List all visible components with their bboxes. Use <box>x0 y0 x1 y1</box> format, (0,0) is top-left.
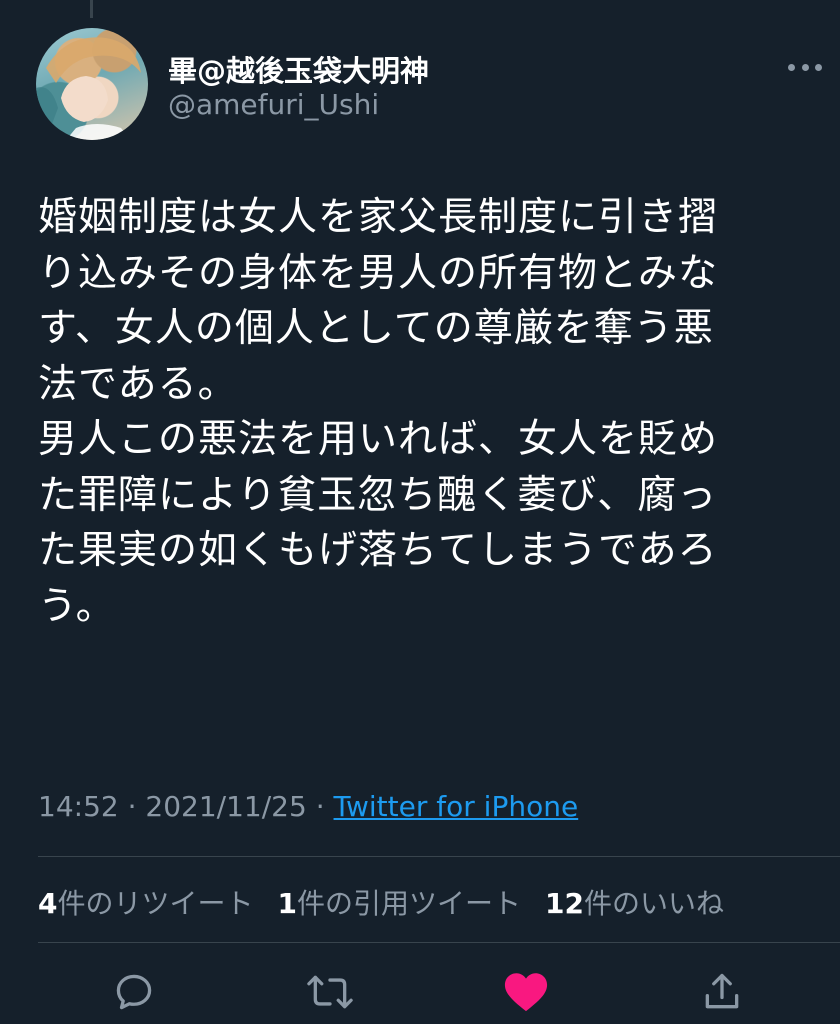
likes-count: 12 <box>545 887 584 920</box>
avatar-illustration <box>36 37 141 140</box>
reply-button[interactable] <box>110 968 158 1016</box>
retweets-stat[interactable]: 4件のリツイート <box>38 882 254 922</box>
likes-stat[interactable]: 12件のいいね <box>545 882 724 922</box>
retweet-icon <box>307 975 353 1009</box>
avatar[interactable] <box>36 28 148 140</box>
meta-separator: · <box>127 790 137 823</box>
share-icon <box>705 973 739 1009</box>
tweet-text-line: た果実の如くもげ落ちてしまうであろ <box>38 528 718 573</box>
more-dot <box>788 63 795 71</box>
tweet-source-link[interactable]: Twitter for iPhone <box>334 790 579 823</box>
like-button[interactable] <box>502 968 550 1016</box>
tweet-text-line: た罪障により貧玉忽ち醜く萎び、腐っ <box>38 472 718 518</box>
tweet-text-line: 婚姻制度は女人を家父長制度に引き摺 <box>38 195 719 240</box>
tweet-stats: 4件のリツイート 1件の引用ツイート 12件のいいね <box>38 882 724 922</box>
tweet-text-line: り込みその身体を男人の所有物とみな <box>38 250 719 296</box>
thread-connector-line <box>90 0 93 18</box>
tweet-date: 2021/11/25 <box>145 790 307 823</box>
divider <box>38 942 840 943</box>
tweet-text: 婚姻制度は女人を家父長制度に引き摺 り込みその身体を男人の所有物とみな す、女人… <box>38 190 812 634</box>
likes-label: 件のいいね <box>583 887 724 920</box>
tweet-text-line: 法である。 <box>38 361 238 407</box>
retweet-button[interactable] <box>306 968 354 1016</box>
retweets-label: 件のリツイート <box>57 887 254 920</box>
tweet-time: 14:52 <box>38 790 119 823</box>
like-icon <box>504 973 548 1012</box>
more-dot <box>801 63 809 71</box>
quotes-label: 件の引用ツイート <box>296 887 521 920</box>
quotes-count: 1 <box>277 887 297 920</box>
share-button[interactable] <box>698 968 746 1016</box>
tweet-meta: 14:52 · 2021/11/25 · Twitter for iPhone <box>38 790 578 823</box>
quotes-stat[interactable]: 1件の引用ツイート <box>278 882 522 922</box>
meta-separator: · <box>315 790 325 823</box>
retweets-count: 4 <box>38 887 58 920</box>
reply-icon <box>116 974 152 1010</box>
user-handle[interactable]: @amefuri_Ushi <box>168 88 379 121</box>
tweet-text-line: う。 <box>38 583 116 629</box>
tweet-text-line: 男人この悪法を用いれば、女人を貶め <box>38 417 719 462</box>
tweet-text-line: す、女人の個人としての尊厳を奪う悪 <box>38 306 714 351</box>
divider <box>38 856 840 857</box>
more-options-icon[interactable] <box>788 60 822 74</box>
more-dot <box>815 63 822 71</box>
display-name[interactable]: 畢@越後玉袋大明神 <box>168 48 429 90</box>
